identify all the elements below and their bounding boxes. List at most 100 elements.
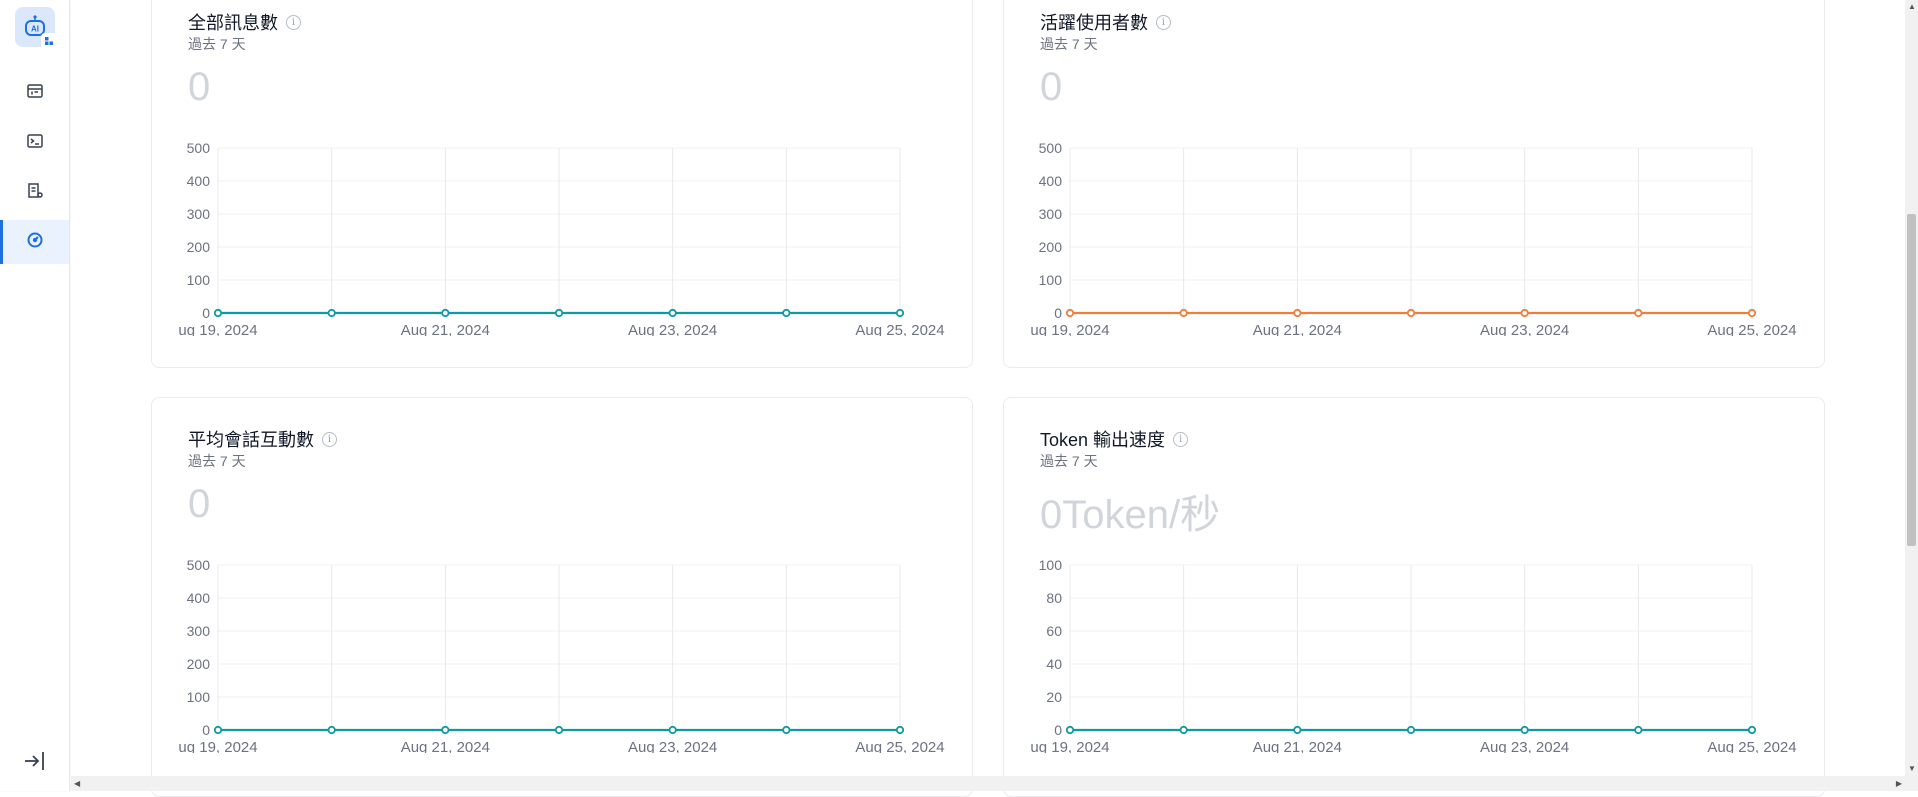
data-point (215, 310, 221, 316)
data-point (556, 310, 562, 316)
card-subtitle: 過去 7 天 (1040, 34, 1098, 54)
main-content: 全部訊息數 i 過去 7 天 0 5004003002001000ug 19, … (71, 0, 1905, 776)
info-icon[interactable]: i (1156, 15, 1171, 30)
data-point (669, 310, 675, 316)
line-chart: 5004003002001000ug 19, 2024Aug 21, 2024A… (152, 553, 974, 753)
y-tick-label: 100 (1039, 557, 1063, 573)
x-tick-label: Aug 23, 2024 (628, 739, 717, 753)
x-tick-label: ug 19, 2024 (1030, 739, 1109, 753)
line-chart: 5004003002001000ug 19, 2024Aug 21, 2024A… (1004, 136, 1826, 336)
data-point (1521, 727, 1527, 733)
x-tick-label: Aug 21, 2024 (1253, 739, 1342, 753)
vertical-scrollbar-thumb[interactable] (1907, 214, 1916, 546)
y-tick-label: 300 (187, 206, 211, 222)
card-value: 0 (188, 482, 210, 527)
info-icon[interactable]: i (1173, 432, 1188, 447)
card-active-users: 活躍使用者數 i 過去 7 天 0 5004003002001000ug 19,… (1003, 0, 1825, 368)
y-tick-label: 400 (1039, 173, 1063, 189)
x-tick-label: Aug 25, 2024 (855, 322, 944, 336)
y-tick-label: 300 (187, 623, 211, 639)
data-point (556, 727, 562, 733)
data-point (897, 310, 903, 316)
y-tick-label: 200 (187, 656, 211, 672)
x-tick-label: Aug 21, 2024 (401, 322, 490, 336)
data-point (1294, 310, 1300, 316)
card-total-messages: 全部訊息數 i 過去 7 天 0 5004003002001000ug 19, … (151, 0, 973, 368)
card-title-text: Token 輸出速度 (1040, 426, 1165, 452)
y-tick-label: 400 (187, 173, 211, 189)
y-tick-label: 0 (202, 722, 210, 738)
vertical-scrollbar[interactable]: ▲ ▼ (1905, 0, 1918, 776)
expand-sidebar-button[interactable] (20, 748, 50, 778)
data-point (783, 310, 789, 316)
y-tick-label: 100 (187, 689, 211, 705)
scroll-left-icon[interactable]: ◀ (74, 779, 80, 788)
y-tick-label: 40 (1046, 656, 1062, 672)
y-tick-label: 300 (1039, 206, 1063, 222)
info-icon[interactable]: i (322, 432, 337, 447)
nav-item-monitoring[interactable] (0, 220, 69, 264)
data-point (1294, 727, 1300, 733)
scroll-right-icon[interactable]: ▶ (1896, 779, 1902, 788)
y-tick-label: 0 (1054, 722, 1062, 738)
y-tick-label: 400 (187, 590, 211, 606)
card-title-text: 全部訊息數 (188, 9, 278, 35)
y-tick-label: 100 (187, 272, 211, 288)
app-panel-icon (26, 82, 44, 105)
data-point (1521, 310, 1527, 316)
terminal-icon (26, 132, 44, 155)
x-tick-label: ug 19, 2024 (1030, 322, 1109, 336)
y-tick-label: 200 (187, 239, 211, 255)
horizontal-scrollbar[interactable]: ◀ ▶ (71, 776, 1918, 791)
card-value: 0 (188, 65, 210, 110)
data-point (1635, 727, 1641, 733)
monitoring-gauge-icon (26, 231, 44, 254)
x-tick-label: Aug 21, 2024 (401, 739, 490, 753)
card-title: 全部訊息數 i (188, 9, 301, 35)
data-point (1408, 310, 1414, 316)
card-subtitle: 過去 7 天 (188, 34, 246, 54)
data-point (1067, 727, 1073, 733)
data-point (328, 727, 334, 733)
card-token-output-speed: Token 輸出速度 i 過去 7 天 0Token/秒 100 80 60 40 20… (1003, 397, 1825, 797)
card-subtitle: 過去 7 天 (1040, 451, 1098, 471)
card-subtitle: 過去 7 天 (188, 451, 246, 471)
card-value: 0 (1040, 65, 1062, 110)
logs-icon (26, 182, 44, 205)
x-tick-label: Aug 25, 2024 (1707, 739, 1796, 753)
data-point (1180, 310, 1186, 316)
card-title: 平均會話互動數 i (188, 426, 337, 452)
data-point (1408, 727, 1414, 733)
nav-item-terminal[interactable] (0, 121, 69, 165)
nav-item-logs[interactable] (0, 171, 69, 215)
expand-sidebar-icon (22, 748, 48, 779)
data-point (442, 310, 448, 316)
data-point (1749, 727, 1755, 733)
ai-bot-icon[interactable]: AI (15, 7, 55, 47)
y-tick-label: 60 (1046, 623, 1062, 639)
svg-text:AI: AI (31, 25, 39, 34)
app-badge-icon (41, 33, 57, 49)
nav-item-app-panel[interactable] (0, 71, 69, 115)
data-point (1635, 310, 1641, 316)
y-tick-label: 0 (1054, 305, 1062, 321)
y-tick-label: 200 (1039, 239, 1063, 255)
x-tick-label: Aug 21, 2024 (1253, 322, 1342, 336)
scroll-up-icon[interactable]: ▲ (1908, 2, 1916, 11)
card-title-text: 平均會話互動數 (188, 426, 314, 452)
x-tick-label: Aug 23, 2024 (1480, 322, 1569, 336)
x-tick-label: Aug 23, 2024 (628, 322, 717, 336)
line-chart: 100 80 60 40 20 0ug 19, 2024 Aug 21, 2024 Aug 2… (1004, 553, 1826, 753)
data-point (669, 727, 675, 733)
y-tick-label: 20 (1046, 689, 1062, 705)
y-tick-label: 0 (202, 305, 210, 321)
card-value: 0Token/秒 (1040, 482, 1220, 540)
info-icon[interactable]: i (286, 15, 301, 30)
x-tick-label: ug 19, 2024 (178, 739, 257, 753)
y-tick-label: 80 (1046, 590, 1062, 606)
scroll-down-icon[interactable]: ▼ (1908, 764, 1916, 773)
y-tick-label: 100 (1039, 272, 1063, 288)
x-tick-label: ug 19, 2024 (178, 322, 257, 336)
card-avg-session-interactions: 平均會話互動數 i 過去 7 天 0 5004003002001000ug 19… (151, 397, 973, 797)
data-point (442, 727, 448, 733)
